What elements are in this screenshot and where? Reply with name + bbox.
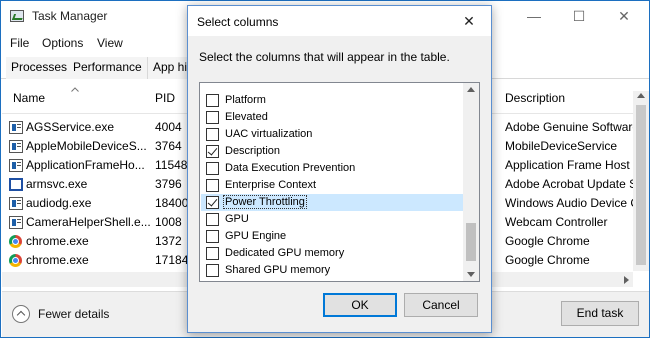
column-option-label: Description bbox=[225, 145, 281, 157]
column-option-checkbox[interactable] bbox=[206, 213, 219, 226]
process-pid: 1008 bbox=[155, 215, 182, 229]
select-columns-dialog: Select columns ✕ Select the columns that… bbox=[187, 5, 492, 333]
process-pid: 18400 bbox=[155, 196, 189, 210]
menu-view[interactable]: View bbox=[97, 36, 123, 50]
column-option-checkbox[interactable] bbox=[206, 179, 219, 192]
chrome-icon bbox=[9, 254, 22, 267]
dialog-close-button[interactable]: ✕ bbox=[458, 11, 480, 31]
process-description: Application Frame Host bbox=[505, 158, 630, 172]
column-option[interactable]: Platform bbox=[201, 92, 463, 109]
column-option-label: UAC virtualization bbox=[225, 128, 313, 140]
process-pid: 11548 bbox=[155, 158, 188, 172]
process-description: Adobe Genuine Software bbox=[505, 120, 633, 134]
process-pid: 4004 bbox=[155, 120, 182, 134]
process-pid: 3796 bbox=[155, 177, 182, 191]
column-option-label: Elevated bbox=[225, 111, 268, 123]
process-name: AGSService.exe bbox=[26, 120, 115, 134]
column-option-label: GPU Engine bbox=[225, 230, 287, 242]
column-header-description[interactable]: Description bbox=[505, 91, 565, 113]
process-name: audiodg.exe bbox=[26, 196, 92, 210]
column-option[interactable]: Shared GPU memory bbox=[201, 262, 463, 279]
scrollbar-thumb[interactable] bbox=[466, 223, 476, 261]
column-option[interactable]: Dedicated GPU memory bbox=[201, 245, 463, 262]
chrome-icon bbox=[9, 235, 22, 248]
column-options-scrollbar[interactable] bbox=[463, 83, 479, 281]
process-description: Windows Audio Device C bbox=[505, 196, 633, 210]
column-option-checkbox[interactable] bbox=[206, 247, 219, 260]
column-option-label: Shared GPU memory bbox=[225, 264, 331, 276]
ok-button[interactable]: OK bbox=[323, 293, 397, 317]
column-option-checkbox[interactable] bbox=[206, 145, 219, 158]
column-option-checkbox[interactable] bbox=[206, 196, 219, 209]
column-option-checkbox[interactable] bbox=[206, 230, 219, 243]
menu-options[interactable]: Options bbox=[42, 36, 83, 50]
column-option-checkbox[interactable] bbox=[206, 111, 219, 124]
window-icon bbox=[9, 178, 23, 191]
column-option-label: GPU bbox=[225, 213, 249, 225]
dialog-title-bar[interactable]: Select columns ✕ bbox=[188, 6, 491, 36]
scroll-up-icon[interactable] bbox=[467, 87, 475, 92]
column-header-pid[interactable]: PID bbox=[155, 91, 175, 113]
scrollbar-thumb[interactable] bbox=[636, 105, 646, 265]
process-name: ApplicationFrameHo... bbox=[26, 158, 145, 172]
maximize-button[interactable]: ☐ bbox=[568, 6, 590, 26]
dialog-instruction: Select the columns that will appear in t… bbox=[199, 50, 450, 64]
scroll-up-icon[interactable] bbox=[637, 93, 645, 98]
column-option[interactable]: Power Throttling bbox=[201, 194, 463, 211]
end-task-button[interactable]: End task bbox=[561, 301, 639, 326]
tab-performance[interactable]: Performance bbox=[68, 57, 148, 79]
column-option-checkbox[interactable] bbox=[206, 264, 219, 277]
column-option-checkbox[interactable] bbox=[206, 128, 219, 141]
column-option-label: Dedicated GPU memory bbox=[225, 247, 345, 259]
column-option-label: Platform bbox=[225, 94, 266, 106]
minimize-button[interactable]: — bbox=[523, 6, 545, 26]
column-option[interactable]: Elevated bbox=[201, 109, 463, 126]
process-description: MobileDeviceService bbox=[505, 139, 618, 153]
cancel-button[interactable]: Cancel bbox=[404, 293, 478, 317]
process-name: chrome.exe bbox=[26, 253, 89, 267]
dialog-title: Select columns bbox=[197, 15, 279, 29]
column-option-label: Enterprise Context bbox=[225, 179, 317, 191]
process-list-vertical-scrollbar[interactable] bbox=[633, 91, 649, 271]
window-title: Task Manager bbox=[32, 9, 108, 23]
column-option-checkbox[interactable] bbox=[206, 94, 219, 107]
process-description: Google Chrome bbox=[505, 234, 590, 248]
column-option[interactable]: Enterprise Context bbox=[201, 177, 463, 194]
column-header-name[interactable]: Name bbox=[13, 91, 45, 113]
scroll-right-icon[interactable] bbox=[624, 276, 629, 284]
column-option-label: Data Execution Prevention bbox=[225, 162, 356, 174]
process-pid: 3764 bbox=[155, 139, 182, 153]
column-option[interactable]: Description bbox=[201, 143, 463, 160]
service-icon bbox=[9, 121, 23, 134]
tab-processes[interactable]: Processes bbox=[6, 57, 74, 79]
column-option-label: Power Throttling bbox=[223, 195, 307, 209]
column-option[interactable]: UAC virtualization bbox=[201, 126, 463, 143]
close-button[interactable]: ✕ bbox=[613, 6, 635, 26]
process-description: Google Chrome bbox=[505, 253, 590, 267]
column-options-list: Platform Elevated UAC virtualization Descri… bbox=[199, 82, 480, 282]
service-icon bbox=[9, 159, 23, 172]
process-description: Adobe Acrobat Update S bbox=[505, 177, 633, 191]
column-option[interactable]: Data Execution Prevention bbox=[201, 160, 463, 177]
process-pid: 1372 bbox=[155, 234, 182, 248]
column-option-checkbox[interactable] bbox=[206, 162, 219, 175]
chevron-up-icon[interactable] bbox=[12, 305, 30, 323]
column-option[interactable]: GPU Engine bbox=[201, 228, 463, 245]
service-icon bbox=[9, 140, 23, 153]
process-pid: 17184 bbox=[155, 253, 189, 267]
process-name: chrome.exe bbox=[26, 234, 89, 248]
process-name: AppleMobileDeviceS... bbox=[26, 139, 147, 153]
process-description: Webcam Controller bbox=[505, 215, 608, 229]
menu-file[interactable]: File bbox=[10, 36, 29, 50]
fewer-details-link[interactable]: Fewer details bbox=[38, 307, 109, 321]
process-name: CameraHelperShell.e... bbox=[26, 215, 151, 229]
process-name: armsvc.exe bbox=[26, 177, 88, 191]
service-icon bbox=[9, 216, 23, 229]
sort-ascending-icon bbox=[71, 87, 79, 92]
scroll-down-icon[interactable] bbox=[467, 272, 475, 277]
service-icon bbox=[9, 197, 23, 210]
task-manager-icon bbox=[10, 10, 24, 22]
column-option[interactable]: GPU bbox=[201, 211, 463, 228]
